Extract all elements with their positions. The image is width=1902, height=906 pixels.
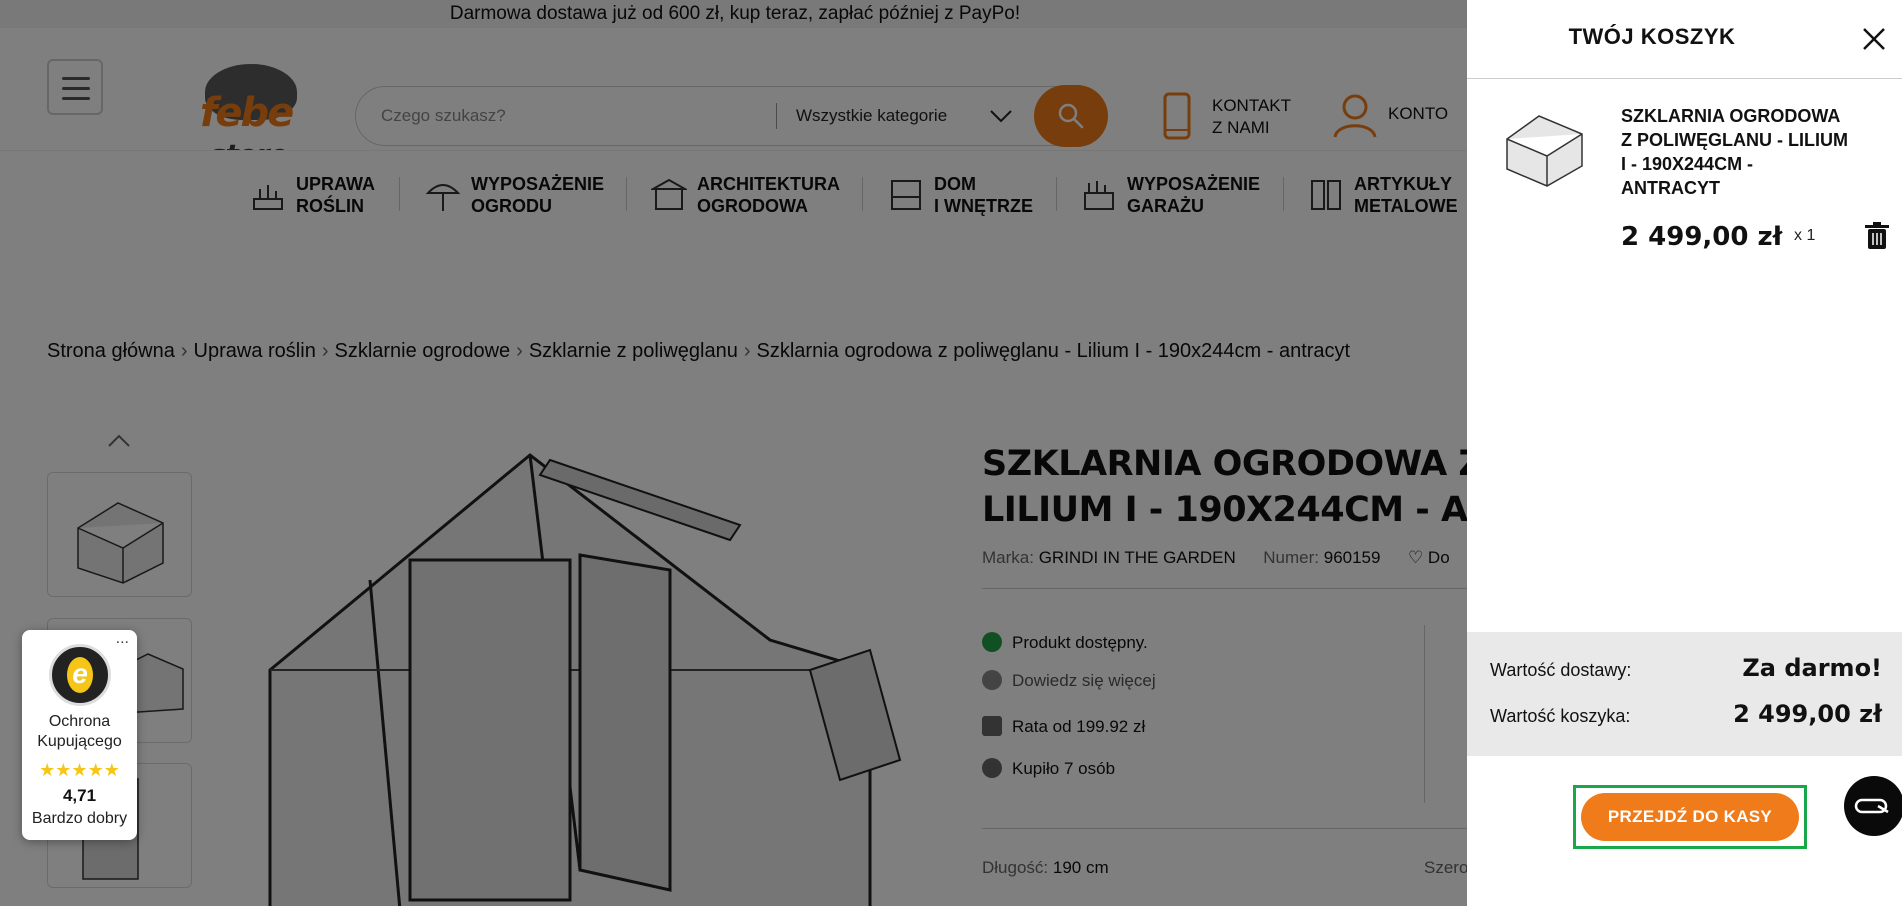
delivery-label: Wartość dostawy: bbox=[1490, 660, 1632, 680]
widget-menu-icon[interactable]: ... bbox=[116, 630, 129, 648]
cart-title: TWÓJ KOSZYK bbox=[1568, 24, 1736, 49]
trusted-shops-widget[interactable]: ... e Ochrona Kupującego ★★★★★ 4,71 Bard… bbox=[22, 630, 137, 840]
cart-item-price: 2 499,00 zł bbox=[1621, 222, 1783, 252]
divider bbox=[1467, 78, 1902, 79]
cart-summary: Wartość dostawy: Za darmo! Wartość koszy… bbox=[1467, 632, 1902, 756]
protection-line: Kupującego bbox=[37, 733, 122, 750]
cart-value: 2 499,00 zł bbox=[1733, 700, 1882, 728]
close-icon[interactable] bbox=[1859, 24, 1889, 54]
checkout-highlight: PRZEJDŹ DO KASY bbox=[1573, 785, 1807, 849]
cart-drawer: TWÓJ KOSZYK SZKLARNIA OGRODOWA Z POLIWĘG… bbox=[1467, 0, 1902, 906]
trusted-shops-badge-icon: e bbox=[49, 644, 111, 706]
modal-overlay[interactable] bbox=[0, 0, 1470, 906]
rating-score: 4,71 bbox=[62, 786, 97, 805]
product-page: Darmowa dostawa już od 600 zł, kup teraz… bbox=[0, 0, 1470, 906]
cart-value-label: Wartość koszyka: bbox=[1490, 706, 1631, 726]
cart-item-name[interactable]: SZKLARNIA OGRODOWA Z POLIWĘGLANU - LILIU… bbox=[1621, 104, 1851, 200]
rating-stars-icon: ★★★★★ bbox=[39, 760, 120, 780]
delivery-row: Wartość dostawy: Za darmo! bbox=[1490, 652, 1882, 688]
delivery-value: Za darmo! bbox=[1742, 654, 1882, 682]
checkout-button[interactable]: PRZEJDŹ DO KASY bbox=[1581, 793, 1799, 841]
chat-icon bbox=[1854, 798, 1889, 814]
cart-item-image[interactable] bbox=[1497, 104, 1592, 194]
chat-button[interactable] bbox=[1844, 776, 1902, 836]
protection-line: Ochrona bbox=[48, 713, 111, 730]
rating-text: Bardzo dobry bbox=[31, 810, 128, 827]
cart-item-quantity: x 1 bbox=[1794, 227, 1816, 244]
trash-icon[interactable] bbox=[1864, 222, 1890, 250]
protection-text: Ochrona Kupującego bbox=[22, 712, 137, 752]
cart-value-row: Wartość koszyka: 2 499,00 zł bbox=[1490, 698, 1882, 734]
